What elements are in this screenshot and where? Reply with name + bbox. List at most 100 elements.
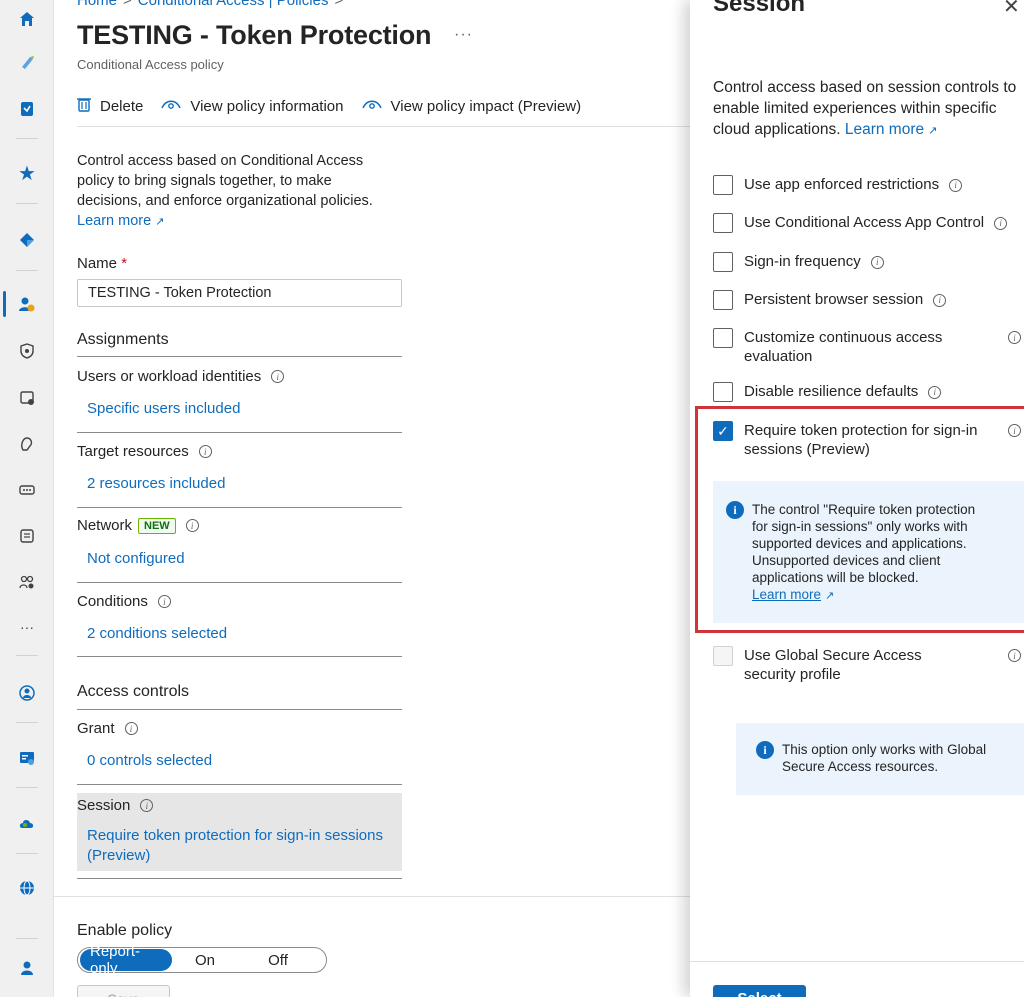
info-icon[interactable]: i xyxy=(1008,331,1021,344)
external-link-icon: ↗ xyxy=(155,216,165,228)
on-option[interactable]: On xyxy=(172,949,238,971)
user-profile-icon[interactable] xyxy=(14,955,40,981)
document-icon[interactable] xyxy=(14,523,40,549)
conditions-link[interactable]: 2 conditions selected xyxy=(87,625,227,642)
policy-name-input[interactable] xyxy=(77,279,402,307)
info-icon[interactable]: i xyxy=(870,255,884,269)
save-button[interactable]: Save xyxy=(77,985,170,997)
cloud-icon[interactable] xyxy=(14,811,40,837)
page-subtitle: Conditional Access policy xyxy=(77,57,224,72)
identity-governance-icon[interactable] xyxy=(14,680,40,706)
option-disable-resilience[interactable]: Disable resilience defaults i xyxy=(713,382,1024,402)
option-sign-in-frequency[interactable]: Sign-in frequency i xyxy=(713,252,1024,272)
target-resources-label: Target resources i xyxy=(77,443,212,460)
app-registrations-icon[interactable] xyxy=(14,385,40,411)
learn-more-link[interactable]: Learn more xyxy=(845,121,924,138)
users-value-link[interactable]: Specific users included xyxy=(87,400,240,417)
name-label: Name * xyxy=(77,255,128,272)
gsa-info-message: i This option only works with Global Sec… xyxy=(736,723,1024,795)
tasks-icon[interactable] xyxy=(14,96,40,122)
shield-icon[interactable] xyxy=(14,338,40,364)
divider xyxy=(77,507,402,508)
enable-policy-label: Enable policy xyxy=(77,922,173,939)
breadcrumb-home[interactable]: Home xyxy=(77,0,117,9)
info-icon[interactable]: i xyxy=(928,385,942,399)
divider xyxy=(77,709,402,710)
option-app-enforced[interactable]: Use app enforced restrictions i xyxy=(713,175,1024,195)
report-only-option[interactable]: Report-only xyxy=(80,943,172,977)
divider xyxy=(77,432,402,433)
toolbar: Delete View policy information View poli… xyxy=(77,92,599,120)
network-link[interactable]: Not configured xyxy=(87,550,185,567)
divider xyxy=(77,356,402,357)
checkbox[interactable] xyxy=(713,213,733,233)
users-label: Users or workload identities i xyxy=(77,368,285,385)
protection-icon[interactable] xyxy=(14,431,40,457)
divider xyxy=(77,656,402,657)
info-icon[interactable]: i xyxy=(198,445,212,458)
target-resources-link[interactable]: 2 resources included xyxy=(87,475,225,492)
users-icon[interactable] xyxy=(14,291,40,317)
info-icon[interactable]: i xyxy=(949,178,963,192)
option-global-secure-access[interactable]: Use Global Secure Access security profil… xyxy=(713,646,1024,684)
people-settings-icon[interactable] xyxy=(14,569,40,595)
info-icon[interactable]: i xyxy=(933,293,947,307)
policy-description: Control access based on Conditional Acce… xyxy=(77,153,373,229)
grant-label: Grant i xyxy=(77,720,138,737)
external-link-icon: ↗ xyxy=(928,125,938,137)
option-app-control[interactable]: Use Conditional Access App Control i xyxy=(713,213,1024,233)
info-icon[interactable]: i xyxy=(994,216,1008,230)
trash-icon xyxy=(77,96,91,117)
close-icon[interactable]: ✕ xyxy=(1003,0,1020,19)
info-icon[interactable]: i xyxy=(157,595,171,608)
panel-footer-divider xyxy=(690,961,1024,962)
verified-id-icon[interactable] xyxy=(14,745,40,771)
info-icon[interactable]: i xyxy=(1008,649,1021,662)
checkbox[interactable] xyxy=(713,328,733,348)
off-option[interactable]: Off xyxy=(238,949,318,971)
global-secure-access-icon[interactable] xyxy=(14,875,40,901)
learn-more-link[interactable]: Learn more xyxy=(77,213,151,229)
session-link[interactable]: Require token protection for sign-in ses… xyxy=(87,826,397,866)
info-icon[interactable]: i xyxy=(271,370,285,383)
grant-link[interactable]: 0 controls selected xyxy=(87,752,212,769)
view-policy-information-button[interactable]: View policy information xyxy=(161,97,344,115)
more-icon[interactable]: ··· xyxy=(14,614,40,640)
favorites-star-icon[interactable]: ★ xyxy=(14,161,40,187)
home-icon[interactable] xyxy=(14,6,40,32)
policy-blade: Home > Conditional Access | Policies > TEST… xyxy=(54,0,690,997)
assignments-heading: Assignments xyxy=(77,331,169,348)
info-icon[interactable]: i xyxy=(140,799,154,812)
checkbox-disabled[interactable] xyxy=(713,646,733,666)
option-persistent-browser[interactable]: Persistent browser session i xyxy=(713,290,1024,310)
footer-divider xyxy=(54,896,690,897)
divider xyxy=(77,878,402,879)
eye-icon xyxy=(361,97,382,115)
delete-button[interactable]: Delete xyxy=(77,96,143,117)
view-policy-impact-button[interactable]: View policy impact (Preview) xyxy=(361,97,581,115)
checkbox[interactable] xyxy=(713,382,733,402)
password-field-icon[interactable] xyxy=(14,477,40,503)
breadcrumb: Home > Conditional Access | Policies > xyxy=(77,0,349,9)
info-icon[interactable]: i xyxy=(185,519,199,532)
panel-title: Session xyxy=(713,0,806,17)
identity-diamond-icon[interactable] xyxy=(14,227,40,253)
highlight-annotation xyxy=(695,406,1024,633)
divider xyxy=(77,582,402,583)
breadcrumb-policies[interactable]: Conditional Access | Policies xyxy=(138,0,329,9)
checkbox[interactable] xyxy=(713,252,733,272)
favorites-brush-icon[interactable] xyxy=(14,49,40,75)
select-button[interactable]: Select xyxy=(713,985,806,997)
info-icon[interactable]: i xyxy=(124,722,138,735)
conditions-label: Conditions i xyxy=(77,593,171,610)
toolbar-divider xyxy=(77,126,690,127)
new-badge: NEW xyxy=(138,517,176,534)
checkbox[interactable] xyxy=(713,175,733,195)
checkbox[interactable] xyxy=(713,290,733,310)
info-filled-icon: i xyxy=(756,741,774,759)
session-control-selected[interactable]: Session i Require token protection for si… xyxy=(77,793,402,871)
option-continuous-access[interactable]: Customize continuous access evaluation i xyxy=(713,328,1024,366)
panel-description: Control access based on session controls… xyxy=(713,79,1017,138)
enable-policy-toggle: Report-only On Off xyxy=(77,943,327,977)
more-options-icon[interactable]: ··· xyxy=(454,26,473,44)
